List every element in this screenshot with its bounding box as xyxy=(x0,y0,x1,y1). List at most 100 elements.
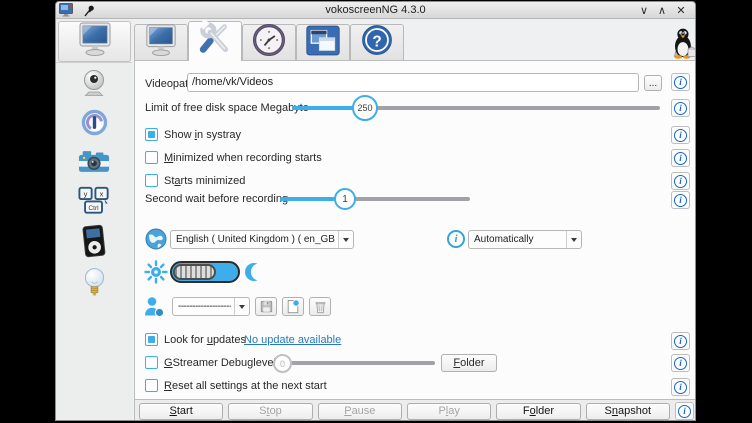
gstreamer-label: GStreamer Debuglevel xyxy=(164,355,276,371)
language-select[interactable]: English ( United Kingdom ) ( en_GB ) xyxy=(170,230,354,249)
camera-icon xyxy=(78,149,110,174)
chevron-down-icon xyxy=(338,231,353,248)
svg-text:y: y xyxy=(84,189,88,198)
starts-minimized-checkbox[interactable] xyxy=(145,174,158,187)
minimized-start-checkbox[interactable] xyxy=(145,151,158,164)
monitor-icon xyxy=(75,21,115,62)
sidebar-item-power[interactable] xyxy=(56,109,132,136)
monitor-icon xyxy=(142,23,180,62)
titlebar[interactable]: vokoscreenNG 4.3.0 ∨ ∧ ✕ xyxy=(56,2,695,19)
videopath-input[interactable]: /home/vk/Videos xyxy=(187,73,639,92)
videopath-browse-button[interactable]: ... xyxy=(644,75,662,91)
sidebar-item-screenshot[interactable] xyxy=(56,149,132,174)
folder-button[interactable]: Folder xyxy=(496,403,580,420)
info-icon: i xyxy=(678,405,691,418)
chevron-down-icon xyxy=(566,231,581,248)
maximize-button[interactable]: ∧ xyxy=(655,4,669,17)
updates-checkbox[interactable] xyxy=(145,333,158,346)
bottom-toolbar: Start Stop Pause Play Folder Snapshot i xyxy=(134,399,696,421)
tab-timer[interactable] xyxy=(242,24,296,60)
starts-minimized-info-button[interactable]: i xyxy=(671,172,690,190)
tab-help[interactable]: ? xyxy=(350,24,404,60)
reset-checkbox[interactable] xyxy=(145,379,158,392)
svg-text:Ctrl: Ctrl xyxy=(88,205,99,212)
window-title: vokoscreenNG 4.3.0 xyxy=(56,4,695,16)
sidebar-item-webcam[interactable] xyxy=(56,69,132,97)
systray-checkbox[interactable] xyxy=(145,128,158,141)
systray-info-button[interactable]: i xyxy=(671,126,690,144)
tab-settings-selected[interactable] xyxy=(188,21,242,61)
play-button[interactable]: Play xyxy=(407,403,491,420)
updates-label: Look for updates xyxy=(164,332,246,348)
minimized-start-label: Minimized when recording starts xyxy=(164,150,322,166)
info-icon: i xyxy=(674,152,687,165)
power-icon xyxy=(81,109,108,136)
profile-save-button[interactable] xyxy=(255,297,277,316)
svg-text:x: x xyxy=(100,189,104,198)
close-button[interactable]: ✕ xyxy=(674,4,688,17)
desktop-background: vokoscreenNG 4.3.0 ∨ ∧ ✕ xyxy=(0,0,752,423)
countdown-slider-handle[interactable]: 1 xyxy=(334,188,356,210)
pause-button[interactable]: Pause xyxy=(318,403,402,420)
gstreamer-checkbox[interactable] xyxy=(145,356,158,369)
moon-icon xyxy=(245,261,267,288)
profile-delete-button[interactable] xyxy=(309,297,331,316)
tools-icon xyxy=(196,20,234,63)
chevron-down-icon xyxy=(234,298,249,315)
profile-new-button[interactable] xyxy=(282,297,304,316)
sidebar-item-showclick[interactable] xyxy=(56,267,132,298)
reset-label: Reset all settings at the next start xyxy=(164,378,327,394)
snapshot-button[interactable]: Snapshot xyxy=(586,403,670,420)
info-icon: i xyxy=(674,102,687,115)
countdown-label: Second wait before recording xyxy=(145,191,288,207)
reset-info-button[interactable]: i xyxy=(671,378,690,396)
svg-text:?: ? xyxy=(372,33,381,50)
systray-label: Show in systray xyxy=(164,127,241,143)
countdown-info-button[interactable]: i xyxy=(671,191,690,209)
floppy-disk-icon xyxy=(260,300,273,313)
globe-icon xyxy=(145,228,167,255)
info-icon: i xyxy=(674,129,687,142)
lightbulb-icon xyxy=(83,267,106,298)
minimized-start-info-button[interactable]: i xyxy=(671,149,690,167)
disk-limit-slider-handle[interactable]: 250 xyxy=(352,95,378,121)
sidebar-item-screencast[interactable] xyxy=(58,21,131,62)
theme-toggle[interactable] xyxy=(170,261,240,283)
start-button[interactable]: Start xyxy=(139,403,223,420)
gstreamer-slider-track[interactable] xyxy=(291,361,435,365)
countdown-slider-fill xyxy=(280,197,334,201)
stop-button[interactable]: Stop xyxy=(228,403,312,420)
profile-person-icon xyxy=(143,296,165,323)
sidebar-item-hotkeys[interactable]: y x Ctrl xyxy=(56,186,132,215)
gstreamer-info-button[interactable]: i xyxy=(671,354,690,372)
sidebar-item-player[interactable] xyxy=(56,225,132,258)
update-status-link[interactable]: No update available xyxy=(244,332,341,348)
disk-limit-info-button[interactable]: i xyxy=(671,99,690,117)
videopath-info-button[interactable]: i xyxy=(671,73,690,91)
new-document-icon xyxy=(286,299,300,314)
clock-icon xyxy=(251,22,287,63)
theme-toggle-handle[interactable] xyxy=(173,264,216,280)
gstreamer-folder-button[interactable]: Folder xyxy=(441,354,497,372)
minimize-button[interactable]: ∨ xyxy=(637,4,651,17)
gstreamer-slider-handle[interactable]: 0 xyxy=(273,354,292,373)
info-icon: i xyxy=(674,194,687,207)
trash-icon xyxy=(314,300,327,314)
info-icon: i xyxy=(674,335,687,348)
windows-icon xyxy=(305,24,341,62)
vokoscreen-window: vokoscreenNG 4.3.0 ∨ ∧ ✕ xyxy=(55,1,696,421)
starts-minimized-label: Starts minimized xyxy=(164,173,245,189)
profile-select[interactable]: -------------------- xyxy=(172,297,250,316)
updates-info-button[interactable]: i xyxy=(671,332,690,350)
logging-info-icon[interactable]: i xyxy=(447,230,465,248)
help-icon: ? xyxy=(359,22,395,63)
sidebar-separator xyxy=(56,62,132,63)
tab-screencast[interactable] xyxy=(134,24,188,60)
logging-select[interactable]: Automatically xyxy=(468,230,582,249)
tab-windows[interactable] xyxy=(296,24,350,60)
bottombar-info-button[interactable]: i xyxy=(675,402,694,420)
disk-limit-label: Limit of free disk space Megabyte xyxy=(145,100,309,116)
info-icon: i xyxy=(674,175,687,188)
settings-panel: Videopath /home/vk/Videos ... i Limit of… xyxy=(134,60,696,399)
disk-limit-slider-fill xyxy=(292,106,354,110)
